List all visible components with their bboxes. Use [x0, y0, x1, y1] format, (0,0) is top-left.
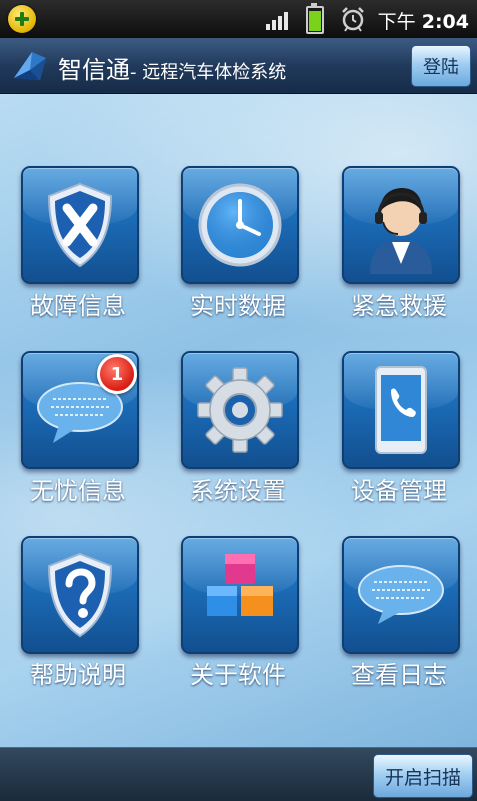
tile-label-emergency-rescue: 紧急救援 [351, 292, 447, 320]
app-subtitle: - 远程汽车体检系统 [130, 62, 287, 83]
app-notification-icon[interactable] [8, 5, 36, 33]
notification-badge: 1 [97, 354, 137, 394]
signal-strength-icon [266, 10, 292, 30]
tile-help[interactable] [21, 536, 139, 654]
app-logo-icon [14, 52, 46, 80]
app-name: 智信通 [58, 56, 130, 84]
clock-icon [198, 183, 282, 267]
bottom-bar: 开启扫描 [0, 747, 477, 801]
login-button[interactable]: 登陆 [411, 45, 471, 87]
phone-device-icon [375, 366, 427, 454]
tile-view-log[interactable] [342, 536, 460, 654]
tile-label-fault-info: 故障信息 [30, 292, 126, 320]
tile-label-about-software: 关于软件 [190, 661, 286, 689]
status-bar: 下午 2:04 [0, 0, 477, 38]
tile-label-view-log: 查看日志 [351, 661, 447, 689]
title-bar: 智信通- 远程汽车体检系统 登陆 [0, 38, 477, 94]
tile-label-device-management: 设备管理 [351, 477, 447, 505]
status-time: 下午 2:04 [378, 7, 469, 34]
tile-fault-info[interactable] [21, 166, 139, 284]
tile-about-software[interactable] [181, 536, 299, 654]
start-scan-button[interactable]: 开启扫描 [373, 754, 473, 798]
clock-time: 2:04 [421, 11, 469, 33]
gear-icon [197, 367, 283, 453]
tile-device-management[interactable] [342, 351, 460, 469]
tile-label-realtime-data: 实时数据 [190, 292, 286, 320]
tile-label-system-settings: 系统设置 [190, 477, 286, 505]
speech-bubble-icon [358, 565, 444, 624]
time-period: 下午 [377, 11, 416, 33]
blocks-icon [207, 554, 273, 616]
battery-icon [306, 3, 324, 34]
menu-grid: 故障信息 实时数据 紧急救援 1 无忧信息 系统设置 设备管理 帮助说明 关于软… [0, 94, 477, 747]
tile-system-settings[interactable] [181, 351, 299, 469]
tile-label-help: 帮助说明 [30, 661, 126, 689]
tile-emergency-rescue[interactable] [342, 166, 460, 284]
shield-x-icon [47, 182, 113, 268]
shield-question-icon [47, 552, 113, 638]
operator-icon [370, 188, 432, 274]
battery-level-fill [309, 10, 321, 31]
alarm-clock-icon [342, 7, 364, 32]
tile-realtime-data[interactable] [181, 166, 299, 284]
app-title: 智信通- 远程汽车体检系统 [58, 50, 286, 85]
tile-label-worry-free-info: 无忧信息 [30, 477, 126, 505]
